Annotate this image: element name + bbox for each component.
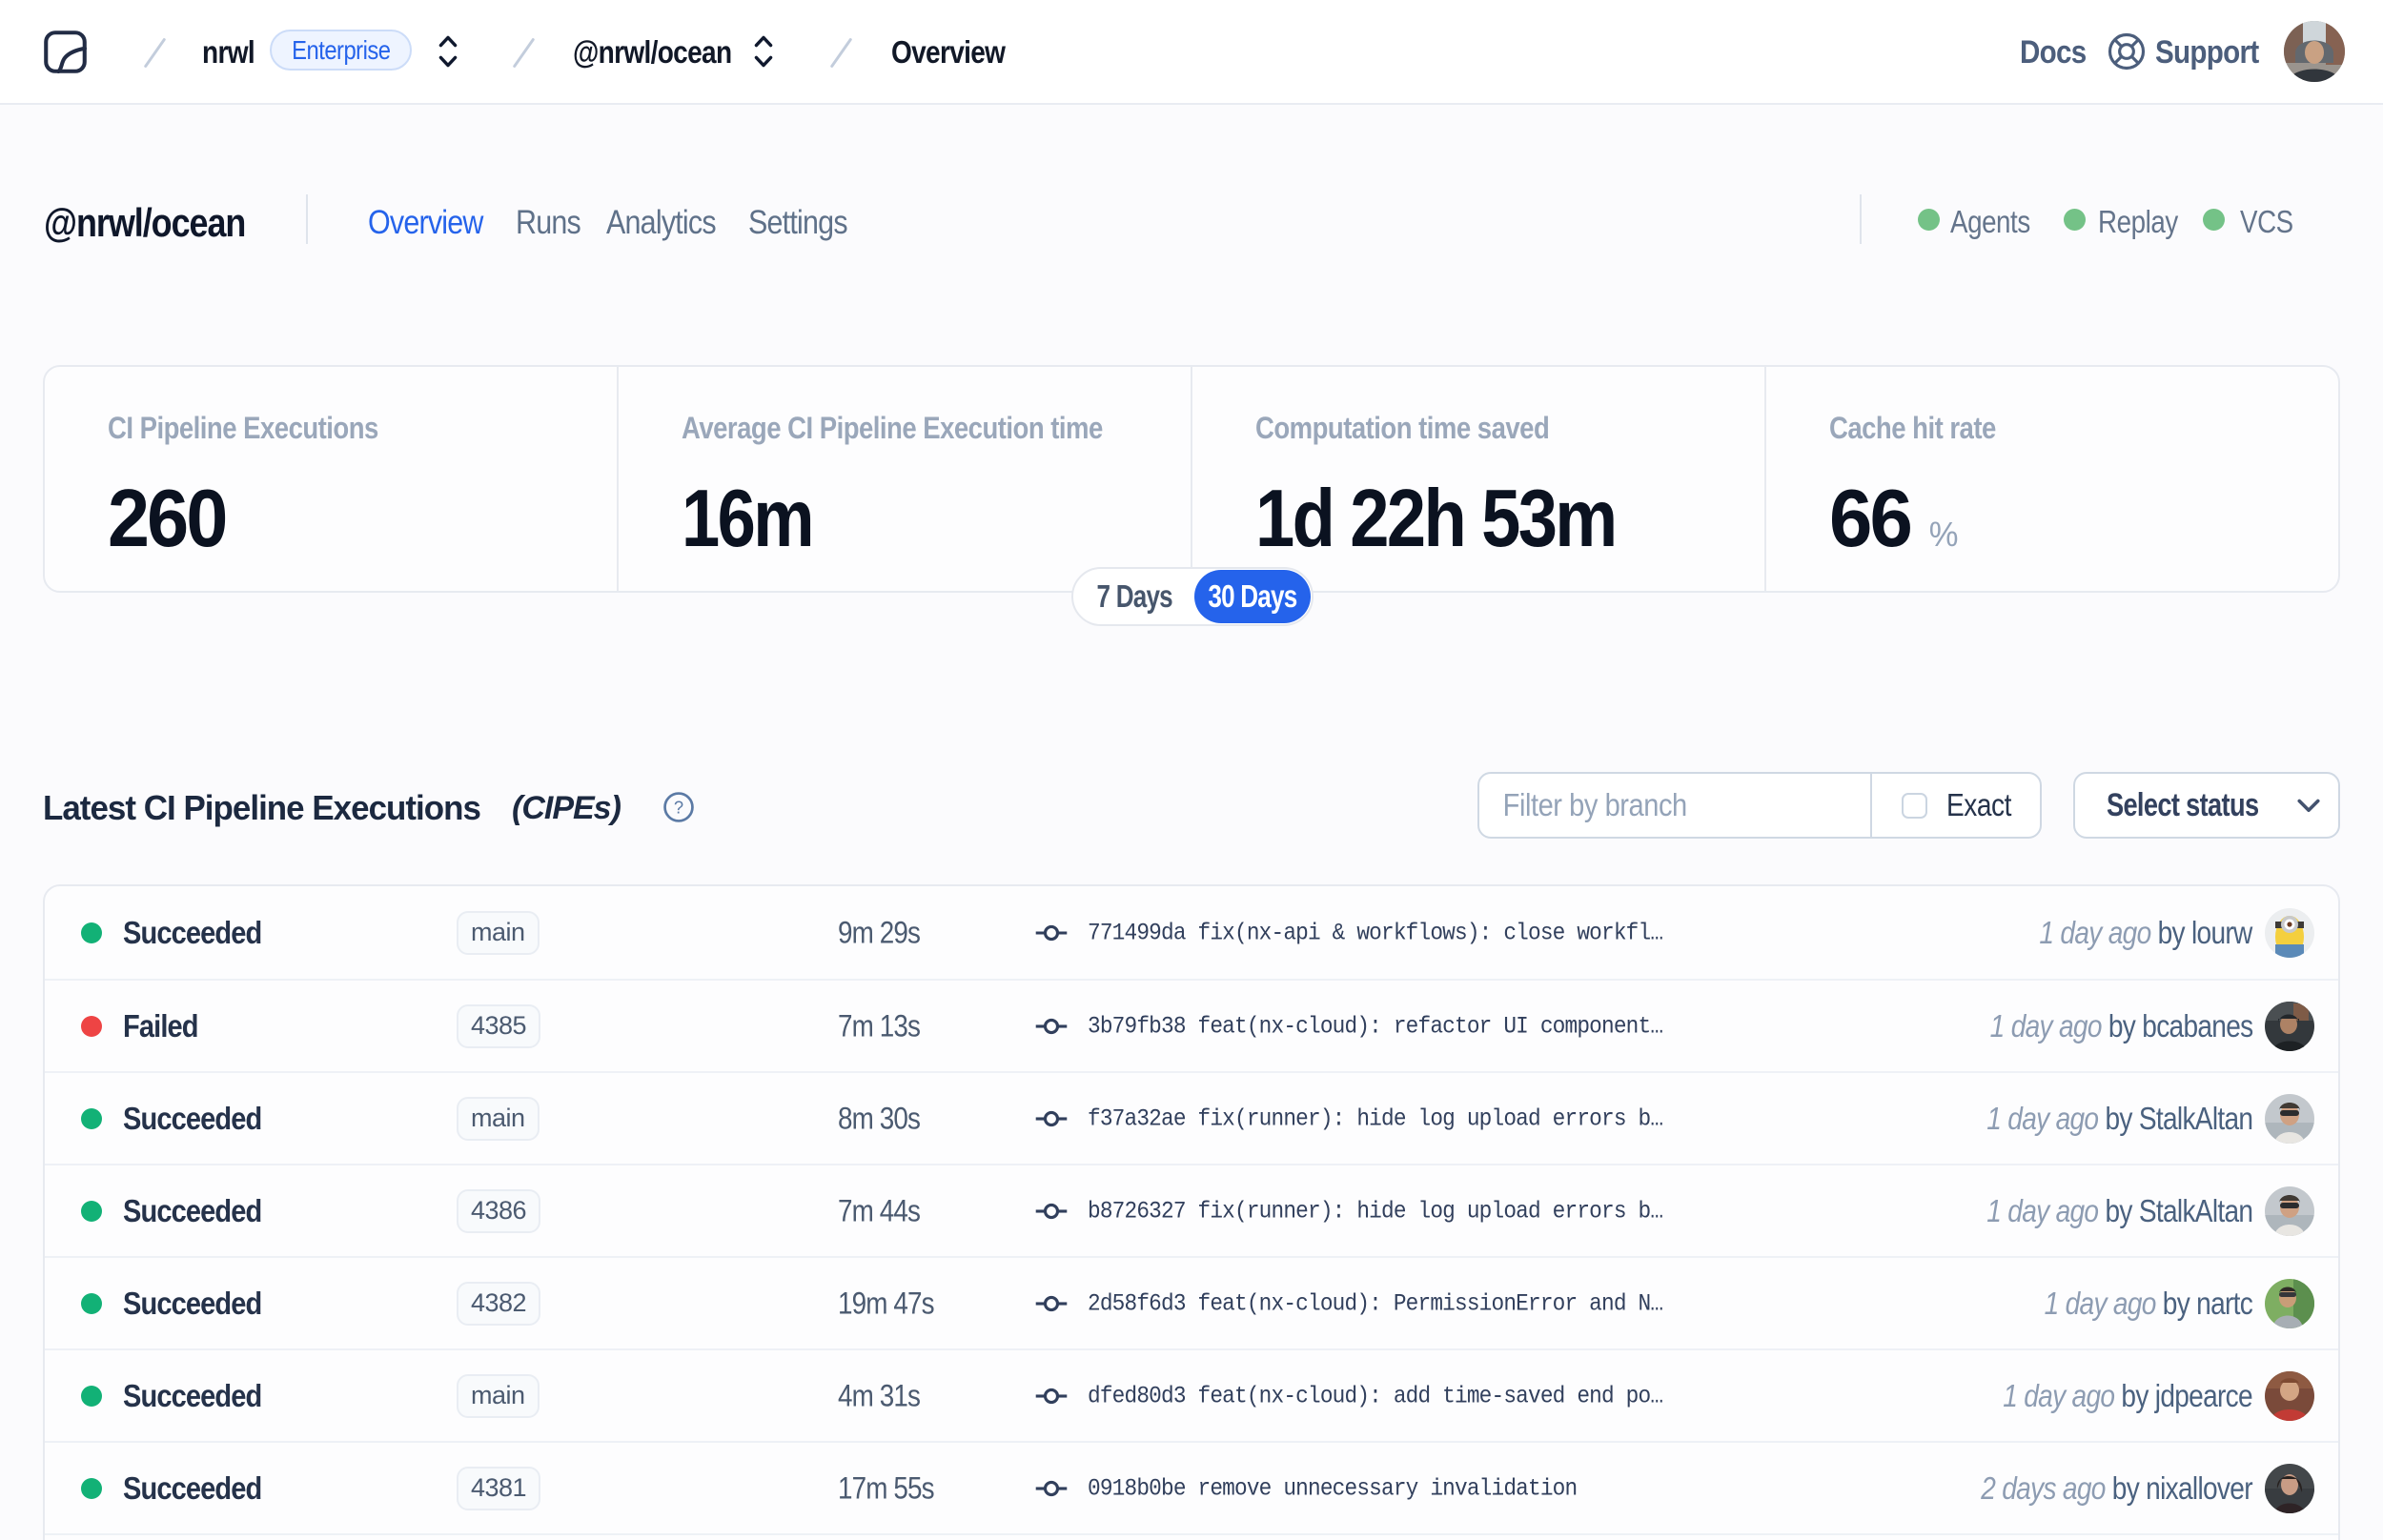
svg-text:?: ? [674, 797, 683, 817]
